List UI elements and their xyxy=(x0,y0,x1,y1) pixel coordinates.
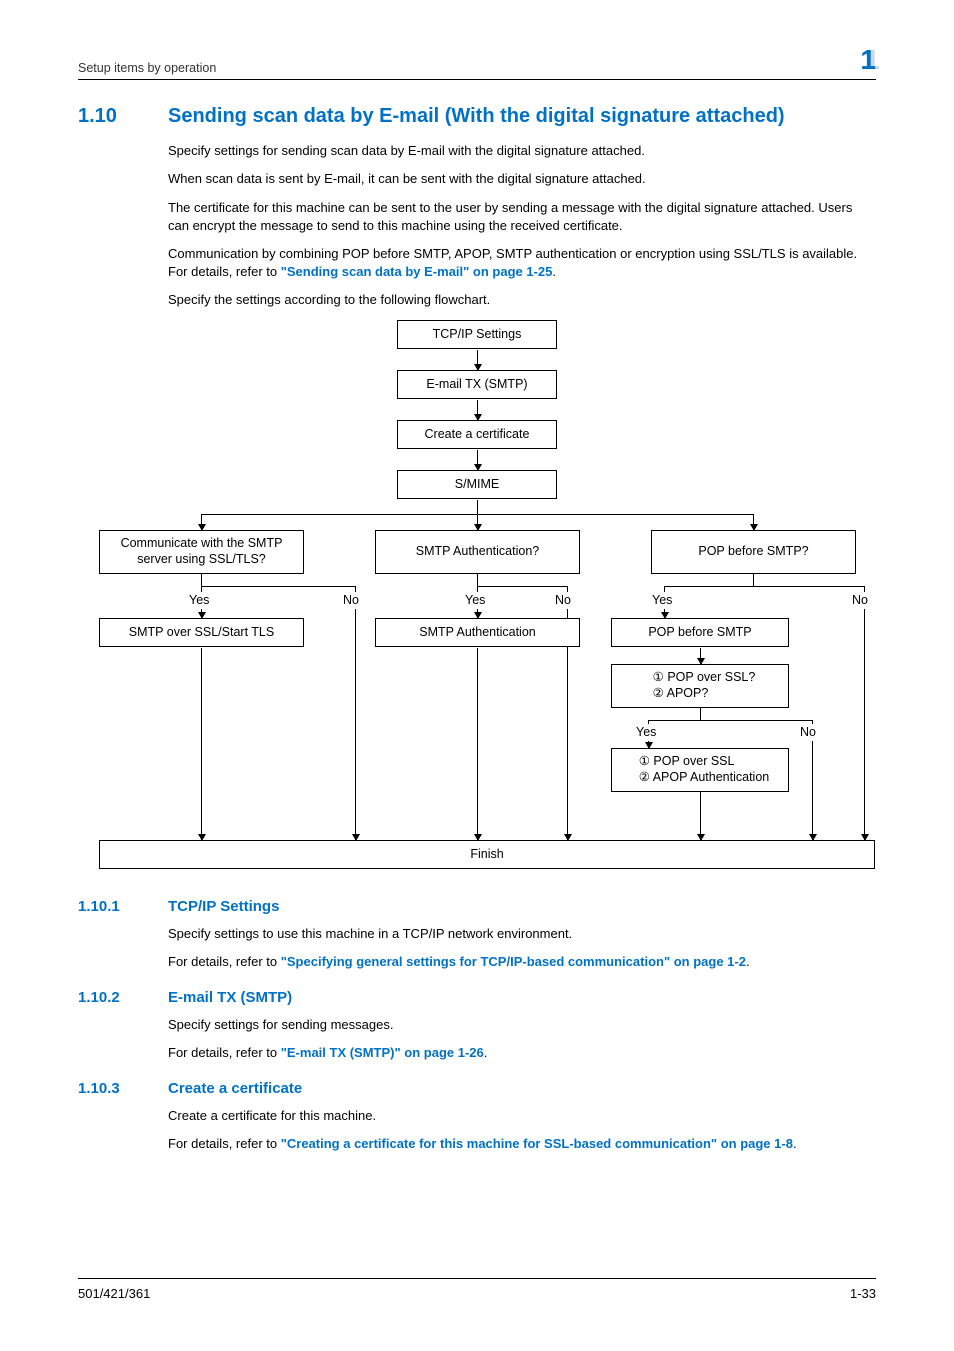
flow-emailtx: E-mail TX (SMTP) xyxy=(397,370,557,400)
label-no: No xyxy=(798,724,818,742)
label-yes: Yes xyxy=(634,724,658,742)
sub1-para1: Specify settings to use this machine in … xyxy=(78,925,876,943)
sub3-para1: Create a certificate for this machine. xyxy=(78,1107,876,1125)
sub2-heading: 1.10.2 E-mail TX (SMTP) xyxy=(78,987,876,1008)
para-4: Communication by combining POP before SM… xyxy=(78,245,876,281)
label-yes: Yes xyxy=(187,592,211,610)
flow-a-smtpauth: SMTP Authentication xyxy=(375,618,580,648)
link-email-tx-smtp[interactable]: "E-mail TX (SMTP)" on page 1-26 xyxy=(281,1045,484,1060)
link-create-certificate[interactable]: "Creating a certificate for this machine… xyxy=(281,1136,793,1151)
flow-smime: S/MIME xyxy=(397,470,557,500)
flow-q-ssl: Communicate with the SMTP server using S… xyxy=(99,530,304,574)
para-5: Specify the settings according to the fo… xyxy=(78,291,876,309)
label-no: No xyxy=(341,592,361,610)
flow-createcert: Create a certificate xyxy=(397,420,557,450)
para-2: When scan data is sent by E-mail, it can… xyxy=(78,170,876,188)
flowchart: TCP/IP Settings E-mail TX (SMTP) Create … xyxy=(79,320,875,880)
label-no: No xyxy=(850,592,870,610)
para-3: The certificate for this machine can be … xyxy=(78,199,876,235)
flow-tcpip: TCP/IP Settings xyxy=(397,320,557,350)
flow-finish: Finish xyxy=(99,840,875,870)
footer-right: 1-33 xyxy=(850,1285,876,1303)
flow-q-pop: POP before SMTP? xyxy=(651,530,856,574)
page-footer: 501/421/361 1-33 xyxy=(78,1278,876,1303)
sub3-para2: For details, refer to "Creating a certif… xyxy=(78,1135,876,1153)
label-no: No xyxy=(553,592,573,610)
sub1-heading: 1.10.1 TCP/IP Settings xyxy=(78,896,876,917)
para-1: Specify settings for sending scan data b… xyxy=(78,142,876,160)
section-heading: 1.10 Sending scan data by E-mail (With t… xyxy=(78,102,876,130)
section-title-text: Sending scan data by E-mail (With the di… xyxy=(168,102,785,130)
flow-q-smtpauth: SMTP Authentication? xyxy=(375,530,580,574)
flow-a-pop: POP before SMTP xyxy=(611,618,789,648)
sub1-para2: For details, refer to "Specifying genera… xyxy=(78,953,876,971)
flow-q-popssl: ① POP over SSL? ② APOP? xyxy=(611,664,789,708)
link-sending-scan-email[interactable]: "Sending scan data by E-mail" on page 1-… xyxy=(281,264,553,279)
label-yes: Yes xyxy=(463,592,487,610)
flow-a-ssl: SMTP over SSL/Start TLS xyxy=(99,618,304,648)
sub2-para1: Specify settings for sending messages. xyxy=(78,1016,876,1034)
chapter-badge: 1 xyxy=(860,40,876,79)
sub2-para2: For details, refer to "E-mail TX (SMTP)"… xyxy=(78,1044,876,1062)
flow-a-popssl: ① POP over SSL ② APOP Authentication xyxy=(611,748,789,792)
section-number: 1.10 xyxy=(78,102,142,130)
breadcrumb: Setup items by operation xyxy=(78,60,216,78)
footer-left: 501/421/361 xyxy=(78,1285,150,1303)
sub3-heading: 1.10.3 Create a certificate xyxy=(78,1078,876,1099)
label-yes: Yes xyxy=(650,592,674,610)
link-tcpip-settings[interactable]: "Specifying general settings for TCP/IP-… xyxy=(281,954,746,969)
